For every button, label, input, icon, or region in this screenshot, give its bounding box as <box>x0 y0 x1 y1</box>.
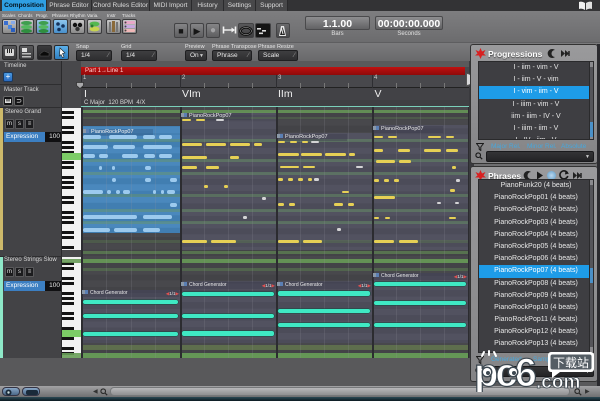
svg-text:.com: .com <box>536 372 580 392</box>
svg-text:下载站: 下载站 <box>553 356 589 370</box>
